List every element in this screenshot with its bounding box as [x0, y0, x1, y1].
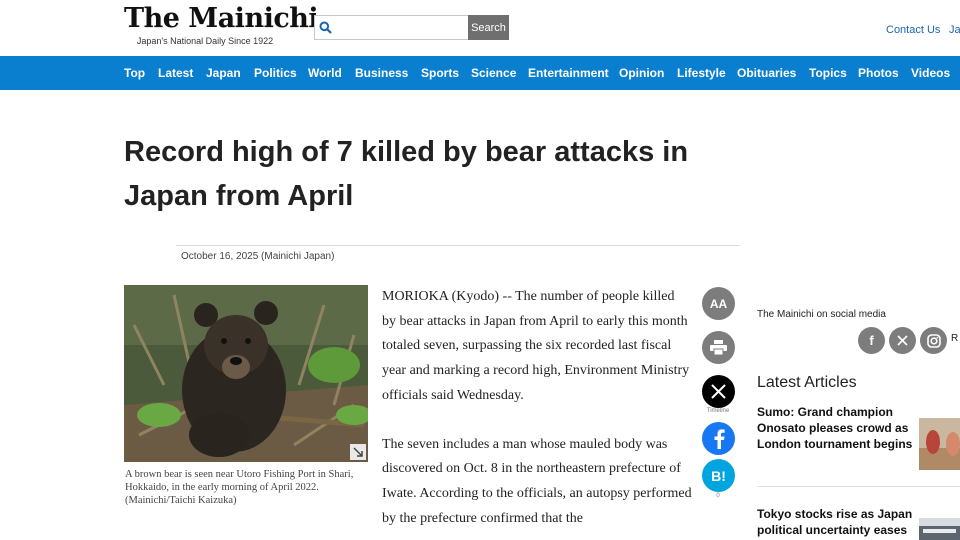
search-form: Search: [314, 15, 509, 40]
nav-item-photos[interactable]: Photos: [858, 56, 899, 90]
nav-item-videos[interactable]: Videos: [911, 56, 950, 90]
article-photo[interactable]: [124, 285, 368, 462]
nav-item-politics[interactable]: Politics: [254, 56, 297, 90]
print-icon: [710, 340, 727, 355]
hatena-label: B!: [711, 467, 726, 484]
facebook-icon: [714, 428, 725, 449]
instagram-icon[interactable]: [920, 327, 947, 354]
social-media-title: The Mainichi on social media: [757, 309, 886, 320]
nav-item-obituaries[interactable]: Obituaries: [737, 56, 796, 90]
x-share-button[interactable]: [702, 375, 735, 408]
hatena-count: 0: [716, 493, 720, 499]
nav-item-opinion[interactable]: Opinion: [619, 56, 664, 90]
language-link[interactable]: Ja: [949, 24, 960, 36]
latest-article-thumbnail[interactable]: [919, 418, 960, 470]
nav-item-entertainment[interactable]: Entertainment: [528, 56, 609, 90]
font-size-label: AA: [709, 296, 728, 311]
photo-caption: A brown bear is seen near Utoro Fishing …: [125, 469, 354, 506]
logo-tagline: Japan's National Daily Since 1922: [136, 36, 274, 46]
font-size-button[interactable]: AA: [702, 287, 735, 320]
article-paragraph: MORIOKA (Kyodo) -- The number of people …: [382, 289, 690, 403]
x-icon: [711, 384, 726, 399]
nav-item-top[interactable]: Top: [124, 56, 145, 90]
search-input[interactable]: [332, 17, 462, 38]
hatena-bookmark-button[interactable]: B!: [702, 459, 735, 492]
main-nav: Top Latest Japan Politics World Business…: [0, 56, 960, 90]
site-logo[interactable]: The Mainichi Japan's National Daily Sinc…: [124, 3, 319, 47]
print-button[interactable]: [702, 331, 735, 364]
expand-icon[interactable]: [350, 444, 366, 460]
nav-item-science[interactable]: Science: [471, 56, 516, 90]
search-field[interactable]: [314, 15, 468, 40]
latest-article-thumbnail[interactable]: [919, 518, 960, 540]
headline-divider: [176, 245, 739, 246]
search-icon: [319, 21, 332, 34]
nav-item-sports[interactable]: Sports: [421, 56, 459, 90]
nav-item-lifestyle[interactable]: Lifestyle: [677, 56, 726, 90]
article-paragraph: The seven includes a man whose mauled bo…: [382, 436, 692, 526]
article-body: MORIOKA (Kyodo) -- The number of people …: [382, 285, 692, 540]
facebook-share-button[interactable]: [702, 422, 735, 455]
nav-item-business[interactable]: Business: [355, 56, 408, 90]
contact-link[interactable]: Contact Us: [886, 24, 940, 36]
latest-article-link[interactable]: Tokyo stocks rise as Japan political unc…: [757, 506, 917, 538]
nav-item-topics[interactable]: Topics: [809, 56, 847, 90]
article-headline: Record high of 7 killed by bear attacks …: [124, 136, 689, 212]
logo-title: The Mainichi: [124, 3, 319, 34]
facebook-icon[interactable]: f: [858, 327, 885, 354]
article-dateline: October 16, 2025 (Mainichi Japan): [181, 251, 335, 262]
timeline-label: Timeline: [706, 408, 730, 414]
nav-item-japan[interactable]: Japan: [206, 56, 241, 90]
x-icon[interactable]: [889, 327, 916, 354]
search-button[interactable]: Search: [468, 15, 509, 40]
latest-articles-divider: [757, 486, 960, 487]
bear-photo-illustration: [124, 285, 368, 462]
nav-item-latest[interactable]: Latest: [158, 56, 193, 90]
latest-article-link[interactable]: Sumo: Grand champion Onosato pleases cro…: [757, 404, 917, 452]
nav-item-world[interactable]: World: [308, 56, 342, 90]
latest-articles-title: Latest Articles: [757, 374, 857, 391]
rss-label[interactable]: R: [951, 333, 958, 344]
